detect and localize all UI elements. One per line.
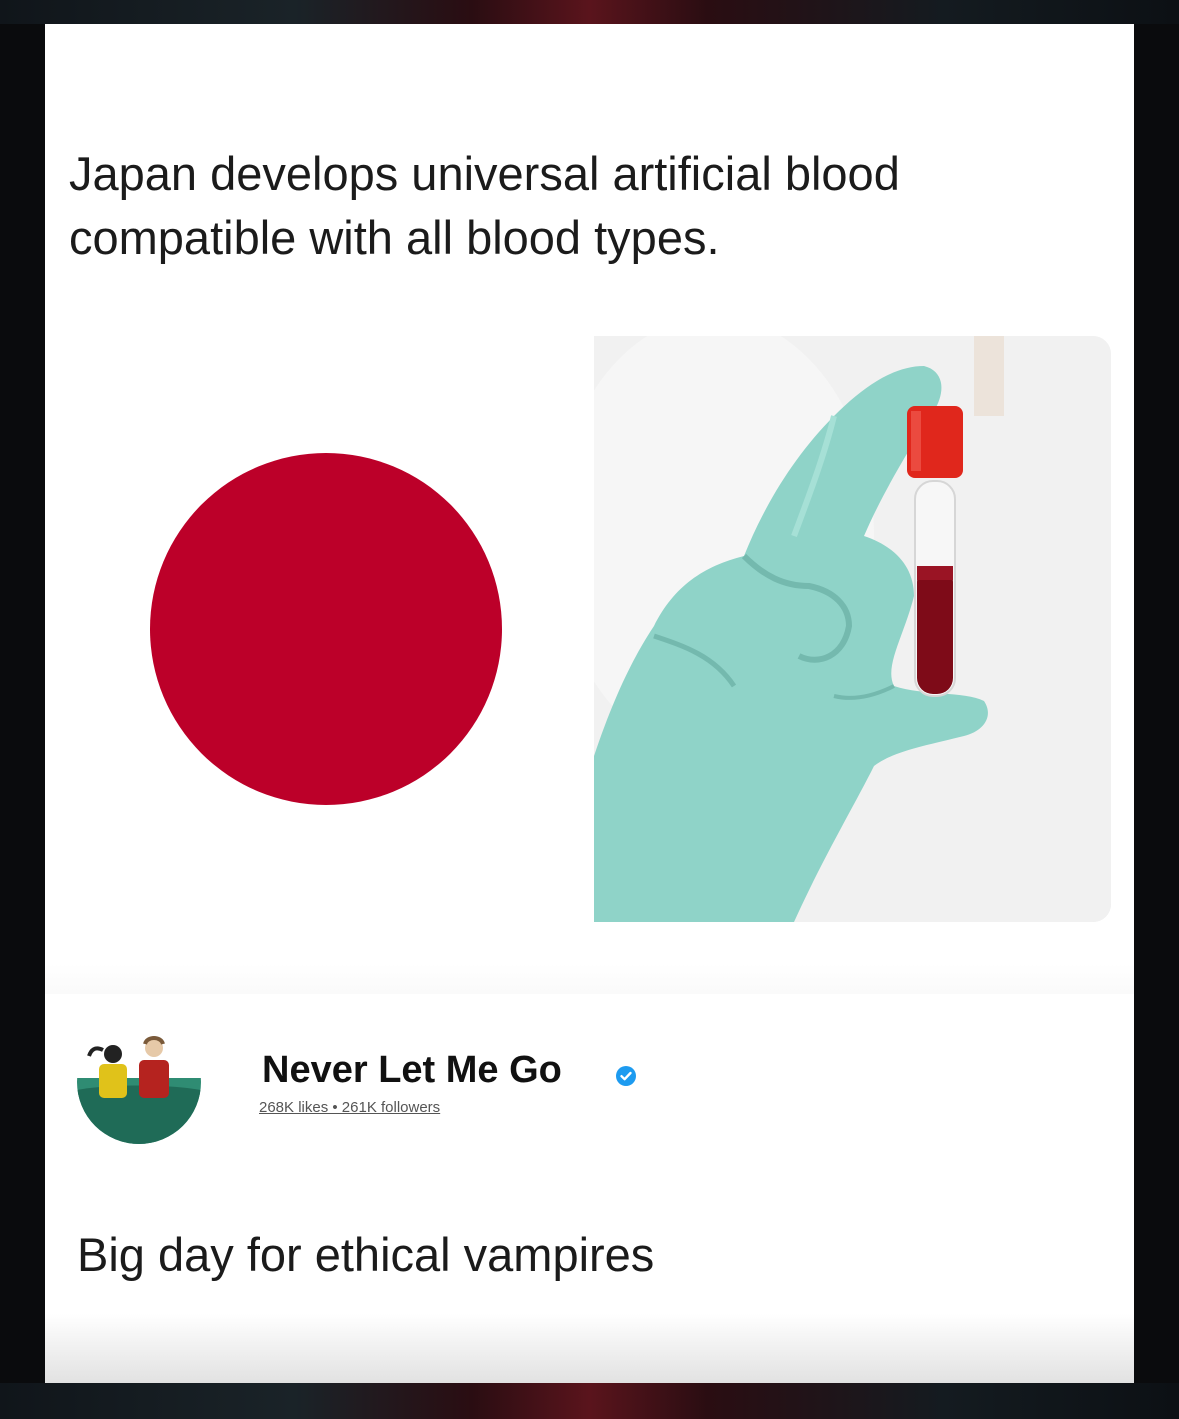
japan-flag-disc bbox=[150, 453, 502, 805]
profile-avatar[interactable] bbox=[77, 1020, 201, 1144]
background-edge-left bbox=[0, 24, 45, 1383]
section-divider bbox=[45, 964, 1134, 994]
profile-stats-link[interactable]: 268K likes • 261K followers bbox=[259, 1099, 440, 1116]
background-edge-right bbox=[1134, 24, 1179, 1383]
post-headline: Japan develops universal artificial bloo… bbox=[69, 147, 900, 264]
avatar-illustration bbox=[77, 1020, 201, 1144]
background-blur-top bbox=[0, 0, 1179, 24]
post-caption: Big day for ethical vampires bbox=[77, 1228, 655, 1281]
profile-name[interactable]: Never Let Me Go bbox=[262, 1049, 562, 1092]
verified-check-icon bbox=[616, 1066, 636, 1086]
gloved-hand-holding-vial-illustration bbox=[594, 336, 1111, 922]
background-blur-bottom bbox=[0, 1383, 1179, 1419]
blood-vial-photo bbox=[594, 336, 1111, 922]
post-card: Japan develops universal artificial bloo… bbox=[45, 24, 1134, 1383]
card-bottom-fade bbox=[45, 1314, 1134, 1383]
